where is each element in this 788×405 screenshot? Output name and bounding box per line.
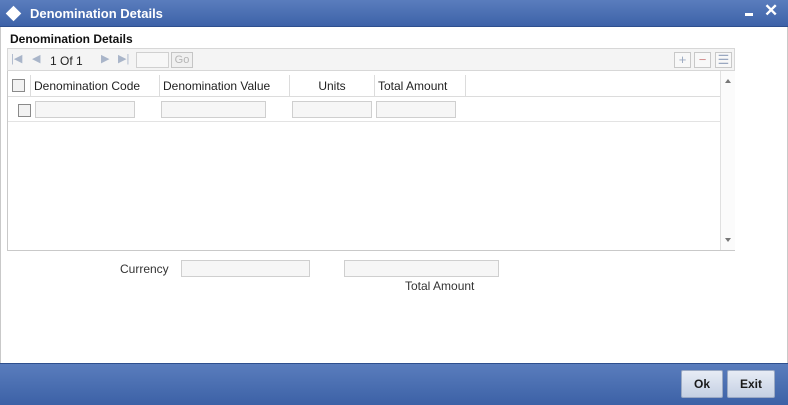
- grid-toolbar: |◀ ◀ 1 Of 1 ▶ ▶| Go + − ☰: [7, 48, 735, 71]
- column-header-units[interactable]: Units: [290, 75, 375, 97]
- select-all-checkbox[interactable]: [12, 79, 25, 92]
- title-bar: Denomination Details ✕: [0, 0, 788, 27]
- minimize-icon[interactable]: [745, 13, 753, 16]
- denomination-grid: Denomination Code Denomination Value Uni…: [7, 71, 735, 251]
- exit-button[interactable]: Exit: [727, 370, 775, 398]
- currency-field[interactable]: [181, 260, 310, 277]
- column-header-total-amount[interactable]: Total Amount: [375, 75, 466, 97]
- grid-header: Denomination Code Denomination Value Uni…: [8, 75, 720, 97]
- column-header-denomination-code[interactable]: Denomination Code: [30, 75, 160, 97]
- units-input[interactable]: [292, 101, 372, 118]
- goto-page-input[interactable]: [136, 52, 169, 68]
- next-page-icon[interactable]: ▶: [101, 52, 109, 66]
- single-view-icon[interactable]: ☰: [715, 52, 732, 68]
- denomination-value-input[interactable]: [161, 101, 266, 118]
- row-checkbox[interactable]: [18, 104, 31, 117]
- currency-label: Currency: [120, 262, 169, 276]
- section-title: Denomination Details: [10, 32, 133, 46]
- total-amount-field[interactable]: [344, 260, 499, 277]
- column-header-denomination-value[interactable]: Denomination Value: [160, 75, 290, 97]
- footer-bar: Ok Exit: [0, 363, 788, 405]
- close-icon[interactable]: ✕: [764, 2, 778, 20]
- window-title: Denomination Details: [30, 6, 163, 21]
- total-amount-label: Total Amount: [405, 279, 475, 293]
- previous-page-icon[interactable]: ◀: [32, 52, 40, 66]
- table-row: [8, 98, 720, 122]
- add-row-icon[interactable]: +: [674, 52, 691, 68]
- page-indicator: 1 Of 1: [50, 54, 83, 68]
- last-page-icon[interactable]: ▶|: [118, 52, 129, 66]
- denomination-code-input[interactable]: [35, 101, 135, 118]
- scroll-down-icon[interactable]: [725, 238, 731, 242]
- diamond-icon: [5, 5, 22, 22]
- go-button[interactable]: Go: [171, 52, 193, 68]
- ok-button[interactable]: Ok: [681, 370, 723, 398]
- first-page-icon[interactable]: |◀: [11, 52, 22, 66]
- delete-row-icon[interactable]: −: [694, 52, 711, 68]
- scroll-up-icon[interactable]: [725, 79, 731, 83]
- vertical-scrollbar[interactable]: [720, 71, 735, 250]
- total-amount-input[interactable]: [376, 101, 456, 118]
